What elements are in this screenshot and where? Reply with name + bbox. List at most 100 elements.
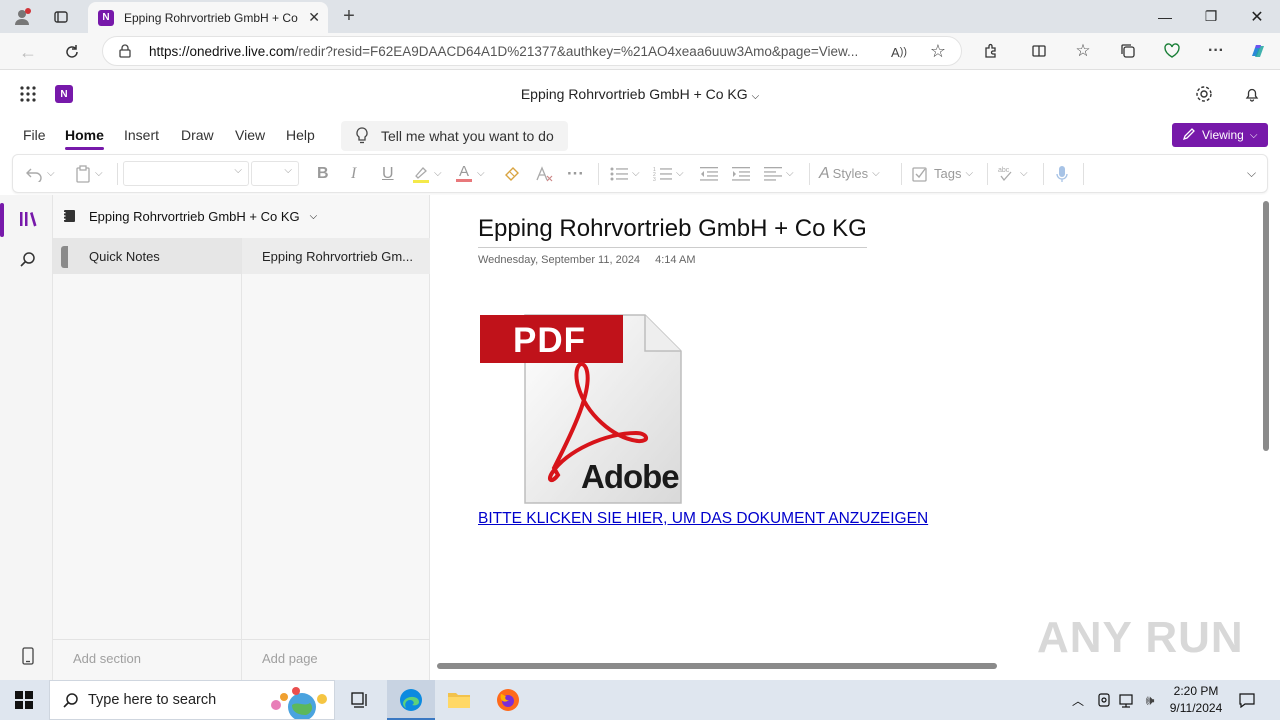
- chevron-down-icon: ⌵: [309, 210, 318, 222]
- read-aloud-icon[interactable]: A)): [888, 41, 910, 63]
- clock-time: 2:20 PM: [1173, 684, 1219, 698]
- italic-icon[interactable]: I: [351, 155, 356, 192]
- restore-icon[interactable]: ❐: [1188, 0, 1234, 33]
- back-icon[interactable]: ←: [16, 40, 40, 64]
- refresh-icon[interactable]: [60, 40, 84, 64]
- horizontal-scrollbar[interactable]: [437, 663, 997, 669]
- tab-close-icon[interactable]: ✕: [308, 9, 320, 26]
- pdf-badge-text: PDF: [513, 321, 586, 360]
- notification-center-icon[interactable]: [1236, 690, 1258, 710]
- favorites-icon[interactable]: ☆: [1072, 40, 1094, 62]
- spelling-icon[interactable]: abc ⌵: [997, 155, 1028, 192]
- svg-text:3: 3: [653, 177, 656, 182]
- highlight-icon[interactable]: ⌵: [411, 155, 442, 192]
- tags-dropdown[interactable]: Tags ⌵: [911, 155, 973, 192]
- lightbulb-icon: [355, 127, 369, 147]
- network-icon[interactable]: [1117, 690, 1137, 710]
- menu-draw[interactable]: Draw: [181, 127, 214, 143]
- firefox-icon[interactable]: [496, 688, 520, 712]
- search-icon[interactable]: [16, 248, 40, 272]
- notebook-name: Epping Rohrvortrieb GmbH + Co KG: [89, 208, 300, 224]
- undo-icon[interactable]: ⌵: [25, 155, 55, 192]
- edge-browser-icon: [399, 688, 423, 712]
- tray-overflow-chevron-icon[interactable]: ︿: [1068, 690, 1088, 710]
- bold-icon[interactable]: B: [317, 155, 329, 192]
- viewing-mode-button[interactable]: Viewing ⌵: [1172, 123, 1268, 147]
- clear-formatting-icon[interactable]: [534, 155, 554, 192]
- anyrun-watermark: ANY RUN: [1037, 613, 1244, 662]
- styles-dropdown[interactable]: A Styles ⌵: [819, 155, 880, 192]
- document-link[interactable]: BITTE KLICKEN SIE HIER, UM DAS DOKUMENT …: [478, 510, 928, 528]
- increase-indent-icon[interactable]: [731, 155, 751, 192]
- chevron-down-icon: ⌵: [284, 165, 292, 176]
- underline-icon[interactable]: U: [382, 155, 394, 192]
- pdf-adobe-image[interactable]: PDF Adobe: [479, 313, 683, 505]
- address-input[interactable]: https://onedrive.live.com/redir?resid=F6…: [102, 36, 962, 66]
- url-host: https://onedrive.live.com: [149, 43, 295, 59]
- menu-file[interactable]: File: [23, 127, 46, 143]
- file-explorer-icon[interactable]: [447, 688, 471, 712]
- tab-actions-icon[interactable]: [50, 6, 72, 28]
- dictate-microphone-icon[interactable]: [1055, 155, 1069, 192]
- more-formatting-icon[interactable]: ···: [567, 155, 584, 192]
- notebook-icon: [62, 210, 75, 222]
- minimize-icon[interactable]: —: [1142, 0, 1188, 33]
- windows-start-icon[interactable]: [0, 680, 48, 720]
- font-family-select[interactable]: ⌵: [123, 161, 249, 186]
- add-section-button[interactable]: Add section: [73, 651, 141, 666]
- tray-device-icon[interactable]: [1094, 690, 1114, 710]
- split-screen-icon[interactable]: [1028, 40, 1050, 62]
- notification-bell-icon[interactable]: [1240, 82, 1264, 106]
- numbering-icon[interactable]: 1 2 3 ⌵: [653, 155, 684, 192]
- viewing-chevron-icon: ⌵: [1249, 129, 1258, 141]
- volume-icon[interactable]: 🕪: [1140, 690, 1160, 710]
- taskbar-search-input[interactable]: Type here to search: [49, 680, 335, 721]
- ribbon-expand-chevron-icon[interactable]: ⌵: [1247, 155, 1256, 192]
- tags-icon: [912, 166, 927, 182]
- chevron-down-icon: ⌵: [751, 91, 760, 102]
- format-painter-icon[interactable]: [503, 155, 521, 192]
- taskbar-edge-button[interactable]: [387, 680, 435, 720]
- section-item-quick-notes[interactable]: Quick Notes: [53, 238, 241, 274]
- copilot-icon[interactable]: [1246, 39, 1270, 63]
- menu-home[interactable]: Home: [65, 127, 104, 150]
- notebook-switcher[interactable]: Epping Rohrvortrieb GmbH + Co KG ⌵: [61, 205, 317, 227]
- vertical-scrollbar[interactable]: [1263, 201, 1269, 451]
- section-label: Quick Notes: [89, 248, 160, 264]
- menu-view[interactable]: View: [235, 127, 265, 143]
- clipboard-icon[interactable]: ⌵: [75, 155, 103, 192]
- notebook-title: Epping Rohrvortrieb GmbH + Co KG: [520, 86, 748, 102]
- paragraph-align-icon[interactable]: ⌵: [763, 155, 794, 192]
- chevron-down-icon: ⌵: [965, 168, 974, 179]
- notebooks-icon[interactable]: [16, 207, 40, 231]
- browser-tab-active[interactable]: N Epping Rohrvortrieb GmbH + Co ✕: [88, 2, 328, 33]
- page-title[interactable]: Epping Rohrvortrieb GmbH + Co KG: [478, 215, 867, 248]
- menu-insert[interactable]: Insert: [124, 127, 159, 143]
- settings-gear-icon[interactable]: [1192, 82, 1216, 106]
- tell-me-search[interactable]: Tell me what you want to do: [341, 121, 568, 151]
- browser-titlebar: N Epping Rohrvortrieb GmbH + Co ✕ + — ❐ …: [0, 0, 1280, 33]
- notebook-title-dropdown[interactable]: Epping Rohrvortrieb GmbH + Co KG ⌵: [0, 86, 1280, 102]
- font-size-select[interactable]: ⌵: [251, 161, 299, 186]
- new-tab-icon[interactable]: +: [338, 5, 360, 27]
- more-menu-icon[interactable]: ···: [1205, 40, 1227, 62]
- bullets-icon[interactable]: ⌵: [609, 155, 640, 192]
- system-clock[interactable]: 2:20 PM 9/11/2024: [1164, 683, 1228, 717]
- menu-help[interactable]: Help: [286, 127, 315, 143]
- task-view-icon[interactable]: [348, 689, 372, 711]
- taskbar-search-icon: [62, 692, 80, 714]
- page-date-time: Wednesday, September 11, 2024 4:14 AM: [478, 254, 695, 266]
- ribbon-separator: [901, 163, 902, 185]
- extensions-icon[interactable]: [980, 40, 1002, 62]
- browser-essentials-icon[interactable]: [1161, 40, 1183, 62]
- lock-icon[interactable]: [116, 42, 134, 60]
- pages-column-divider: [241, 238, 430, 680]
- taskbar-search-placeholder: Type here to search: [88, 692, 217, 708]
- mobile-view-icon[interactable]: [16, 644, 40, 668]
- decrease-indent-icon[interactable]: [699, 155, 719, 192]
- collections-icon[interactable]: [1117, 40, 1139, 62]
- font-color-icon[interactable]: A ⌵: [456, 155, 485, 192]
- window-close-icon[interactable]: ✕: [1234, 0, 1280, 33]
- favorite-star-icon[interactable]: ☆: [927, 40, 949, 62]
- profile-icon[interactable]: [10, 5, 34, 29]
